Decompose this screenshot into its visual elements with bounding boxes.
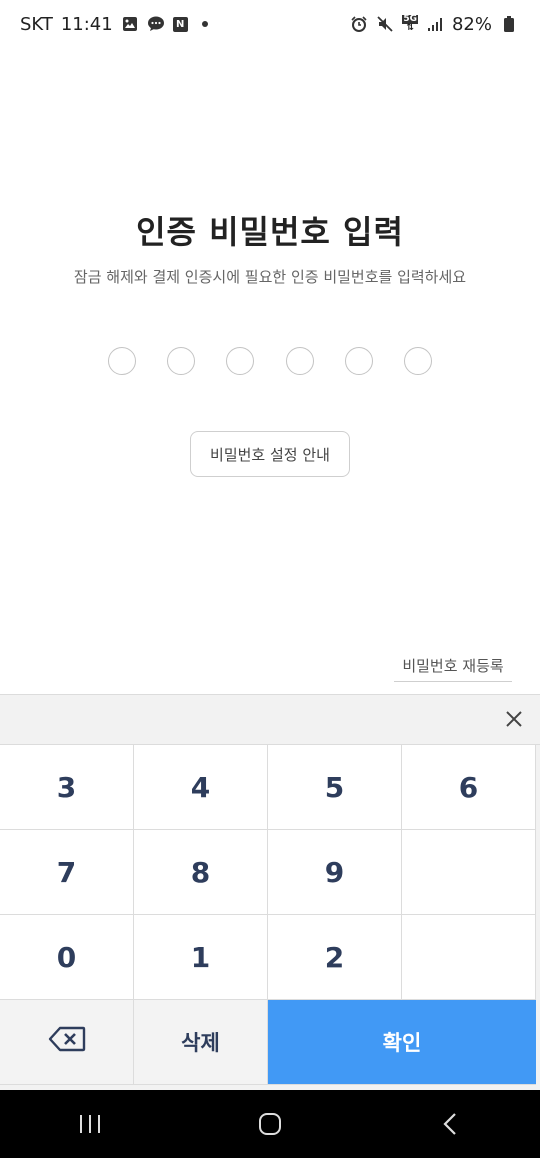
confirm-key[interactable]: 확인 bbox=[268, 1000, 536, 1085]
key-blank-2[interactable] bbox=[402, 915, 536, 1000]
pin-indicator bbox=[108, 347, 432, 375]
status-bar: SKT 11:41 N 5G ⇅ 82% bbox=[0, 0, 540, 48]
gallery-icon bbox=[121, 15, 139, 33]
delete-all-key[interactable]: 삭제 bbox=[134, 1000, 268, 1085]
status-bar-right: 5G ⇅ 82% bbox=[350, 14, 518, 35]
key-blank-1[interactable] bbox=[402, 830, 536, 915]
clock: 11:41 bbox=[60, 13, 113, 35]
carrier-label: SKT bbox=[20, 13, 53, 35]
key-3[interactable]: 3 bbox=[0, 745, 134, 830]
key-4[interactable]: 4 bbox=[134, 745, 268, 830]
recent-apps-icon[interactable] bbox=[60, 1104, 120, 1144]
page-title: 인증 비밀번호 입력 bbox=[136, 213, 404, 251]
pin-dot-6 bbox=[403, 347, 432, 375]
mute-icon bbox=[376, 15, 394, 33]
navigation-bar bbox=[0, 1090, 540, 1158]
backspace-icon bbox=[48, 1026, 86, 1059]
close-icon[interactable] bbox=[502, 707, 526, 731]
naver-icon: N bbox=[172, 16, 188, 32]
pin-dot-1 bbox=[108, 347, 136, 375]
key-8[interactable]: 8 bbox=[134, 830, 268, 915]
signal-icon bbox=[426, 15, 444, 33]
network-indicator: 5G ⇅ bbox=[402, 15, 418, 33]
keypad-keys: 3 4 5 6 7 8 9 0 1 2 삭제 확인 bbox=[0, 745, 540, 1085]
key-5[interactable]: 5 bbox=[268, 745, 402, 830]
home-icon[interactable] bbox=[240, 1104, 300, 1144]
pin-dot-4 bbox=[285, 347, 314, 375]
more-notifications-dot bbox=[201, 21, 208, 27]
key-1[interactable]: 1 bbox=[134, 915, 268, 1000]
back-icon[interactable] bbox=[420, 1104, 480, 1144]
status-bar-left: SKT 11:41 N bbox=[20, 14, 208, 35]
key-2[interactable]: 2 bbox=[268, 915, 402, 1000]
pin-dot-5 bbox=[344, 347, 373, 375]
data-arrows-icon: ⇅ bbox=[406, 23, 414, 33]
key-9[interactable]: 9 bbox=[268, 830, 402, 915]
battery-percent: 82% bbox=[451, 13, 492, 35]
page-subtitle: 잠금 해제와 결제 인증시에 필요한 인증 비밀번호를 입력하세요 bbox=[73, 268, 467, 286]
battery-icon bbox=[500, 15, 518, 33]
key-0[interactable]: 0 bbox=[0, 915, 134, 1000]
pin-dot-2 bbox=[167, 347, 196, 375]
key-6[interactable]: 6 bbox=[402, 745, 536, 830]
key-7[interactable]: 7 bbox=[0, 830, 134, 915]
password-guide-button[interactable]: 비밀번호 설정 안내 bbox=[190, 431, 350, 477]
password-reregister-link[interactable]: 비밀번호 재등록 bbox=[394, 650, 512, 682]
alarm-icon bbox=[350, 15, 368, 33]
backspace-key[interactable] bbox=[0, 1000, 134, 1085]
keypad-header bbox=[0, 695, 540, 745]
chat-icon bbox=[147, 15, 165, 33]
secure-keypad: 3 4 5 6 7 8 9 0 1 2 삭제 확인 bbox=[0, 694, 540, 1091]
pin-dot-3 bbox=[226, 347, 255, 375]
